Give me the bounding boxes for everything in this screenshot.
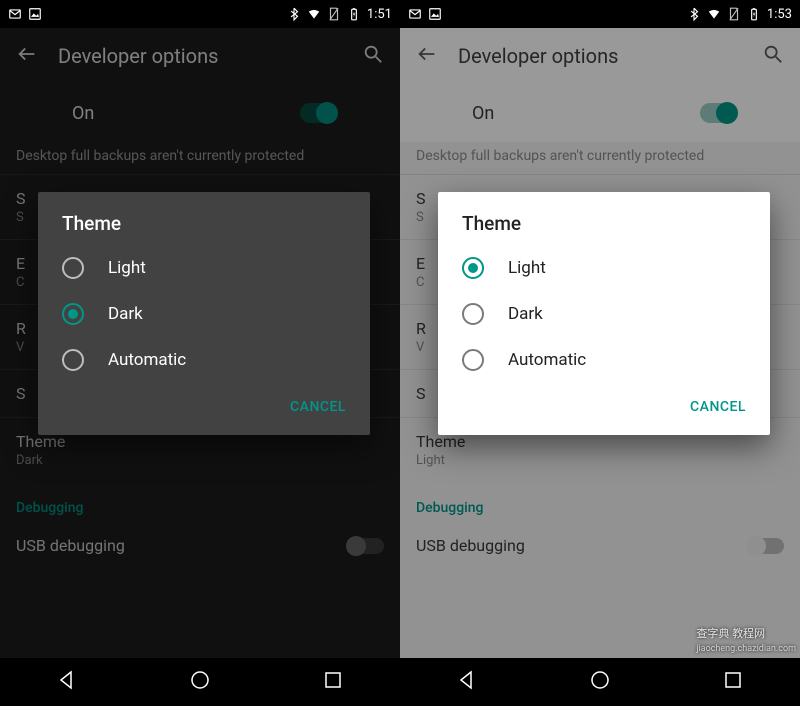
radio-option-light[interactable]: Light [438, 245, 770, 291]
radio-option-dark[interactable]: Dark [438, 291, 770, 337]
radio-icon [462, 303, 484, 325]
radio-label: Light [508, 258, 546, 278]
radio-option-dark[interactable]: Dark [38, 291, 370, 337]
radio-label: Dark [508, 304, 543, 324]
radio-label: Light [108, 258, 146, 278]
bluetooth-icon [687, 7, 701, 21]
cancel-button[interactable]: CANCEL [280, 391, 356, 423]
radio-option-automatic[interactable]: Automatic [38, 337, 370, 383]
nav-recents-icon[interactable] [721, 668, 745, 696]
radio-label: Automatic [508, 350, 586, 370]
status-bar: 1:53 [400, 0, 800, 28]
dialog-title: Theme [438, 212, 770, 245]
navigation-bar [400, 658, 800, 706]
sim-icon [327, 7, 341, 21]
nav-home-icon[interactable] [188, 668, 212, 696]
radio-option-automatic[interactable]: Automatic [438, 337, 770, 383]
theme-dialog: Theme Light Dark Automatic CANCEL [38, 192, 370, 435]
sim-icon [727, 7, 741, 21]
nav-home-icon[interactable] [588, 668, 612, 696]
radio-selected-icon [62, 303, 84, 325]
dialog-title: Theme [38, 212, 370, 245]
wifi-icon [707, 7, 721, 21]
bluetooth-icon [287, 7, 301, 21]
status-bar: 1:51 [0, 0, 400, 28]
status-time: 1:53 [767, 7, 792, 22]
cancel-button[interactable]: CANCEL [680, 391, 756, 423]
radio-option-light[interactable]: Light [38, 245, 370, 291]
image-icon [428, 7, 442, 21]
radio-icon [62, 349, 84, 371]
image-icon [28, 7, 42, 21]
radio-selected-icon [462, 257, 484, 279]
radio-label: Automatic [108, 350, 186, 370]
nav-back-icon[interactable] [455, 668, 479, 696]
theme-dialog: Theme Light Dark Automatic CANCEL [438, 192, 770, 435]
gmail-icon [8, 7, 22, 21]
battery-icon [347, 7, 361, 21]
nav-recents-icon[interactable] [321, 668, 345, 696]
nav-back-icon[interactable] [55, 668, 79, 696]
gmail-icon [408, 7, 422, 21]
radio-icon [462, 349, 484, 371]
radio-icon [62, 257, 84, 279]
radio-label: Dark [108, 304, 143, 324]
battery-icon [747, 7, 761, 21]
navigation-bar [0, 658, 400, 706]
status-time: 1:51 [367, 7, 392, 22]
wifi-icon [307, 7, 321, 21]
